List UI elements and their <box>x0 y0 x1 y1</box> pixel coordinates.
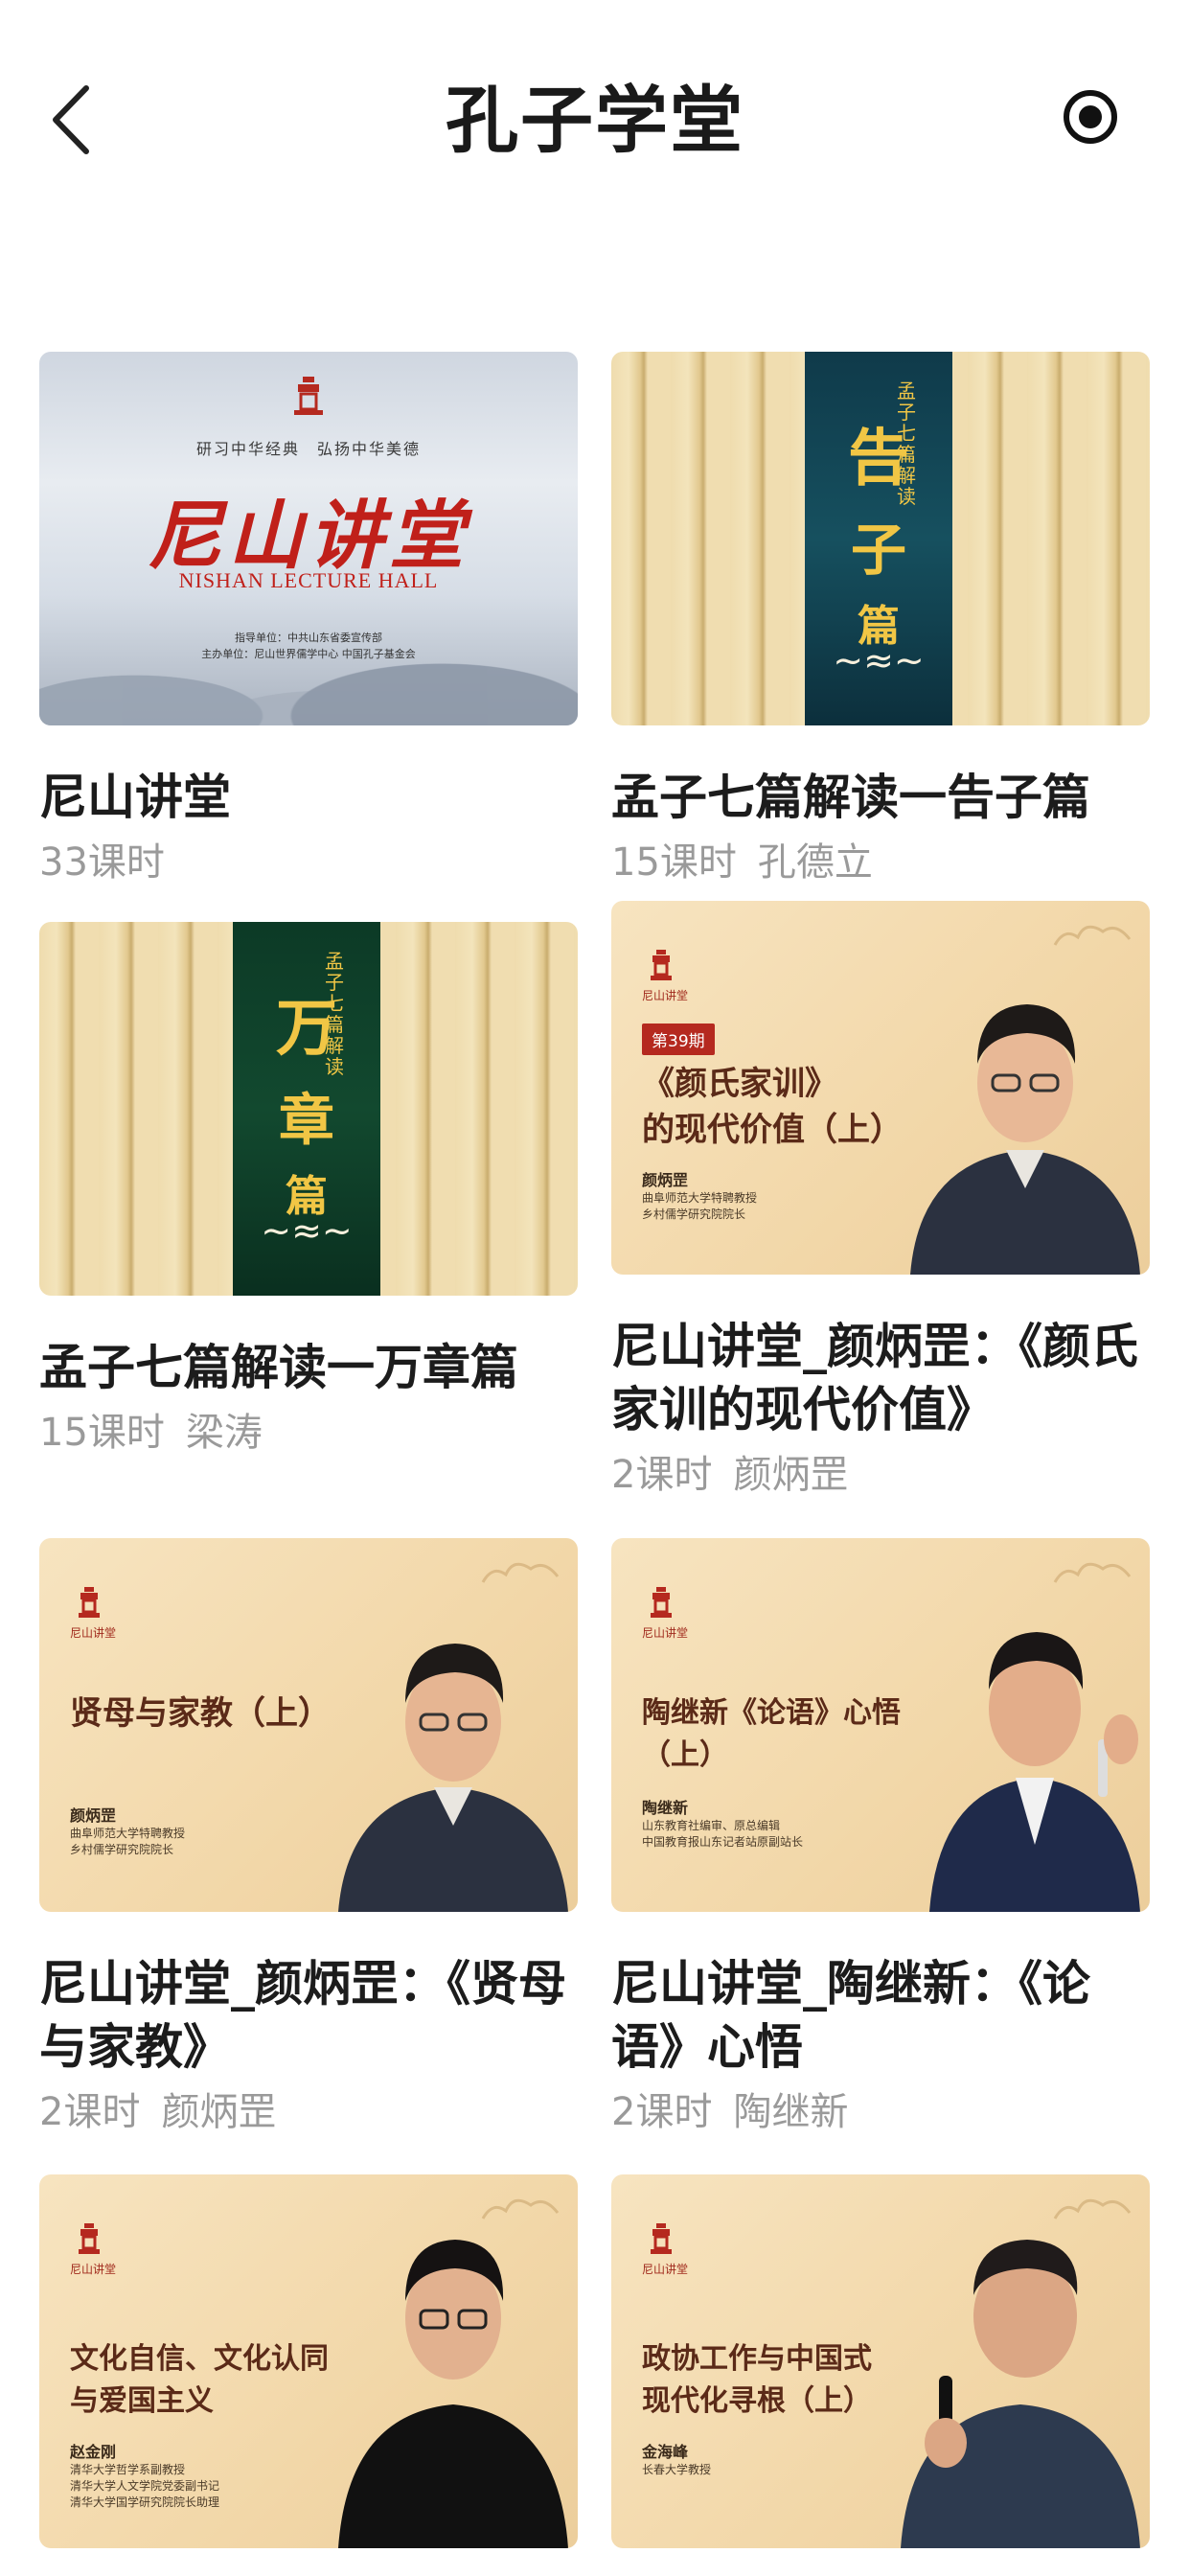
thumbnail-title-line: 陶继新《论语》心悟 <box>642 1696 901 1730</box>
lesson-count: 15课时 <box>39 1411 165 1455</box>
lecturer-photo <box>910 1004 1140 1275</box>
course-card-nishan[interactable]: 研习中华经典 弘扬中华美德 尼山讲堂 NISHAN LECTURE HALL 指… <box>39 352 578 888</box>
course-meta: 33课时 <box>39 837 578 888</box>
thumbnail-char: 章 <box>278 1088 334 1153</box>
thumbnail-title-line: 与爱国主义 <box>70 2384 214 2418</box>
scroll-band: 孟子七篇解读 告 子 篇 ~≈~ <box>805 352 952 725</box>
course-card-zhengxie-gongzuo[interactable]: 尼山讲堂 政协工作与中国式 现代化寻根（上） 金海峰 长春大学教授 <box>611 2174 1150 2548</box>
nishan-logo: 尼山讲堂 <box>70 2222 116 2277</box>
lecturer-name: 金海峰 <box>642 2443 689 2461</box>
lecturer-photo <box>338 1644 568 1912</box>
course-thumbnail[interactable]: 尼山讲堂 贤母与家教（上） 颜炳罡 曲阜师范大学特聘教授 乡村儒学研究院院长 <box>39 1538 578 1912</box>
course-thumbnail[interactable]: 尼山讲堂 政协工作与中国式 现代化寻根（上） 金海峰 长春大学教授 <box>611 2174 1150 2548</box>
cloud-decoration-icon <box>1053 925 1132 946</box>
thumbnail-title-line: 文化自信、文化认同 <box>70 2342 329 2376</box>
course-meta: 2课时 颜炳罡 <box>611 1449 1150 1501</box>
radio-record-icon <box>1064 90 1117 144</box>
course-thumbnail[interactable]: 尼山讲堂 文化自信、文化认同 与爱国主义 赵金刚 清华大学哲学系副教授 清华大学… <box>39 2174 578 2548</box>
cloud-icon: ~≈~ <box>261 1209 353 1252</box>
thumbnail-char: 告 <box>848 423 909 494</box>
course-card-gaozi[interactable]: 孟子七篇解读 告 子 篇 ~≈~ 孟子七篇解读一告子篇 15课时 孔德立 <box>611 352 1150 888</box>
thumbnail-slogan: 研习中华经典 弘扬中华美德 <box>195 440 421 458</box>
thumbnail-title-line: 《颜氏家训》 <box>642 1065 837 1103</box>
lecturer-name: 陶继新 <box>642 1799 689 1817</box>
lecturer-photo <box>929 1632 1140 1912</box>
top-navigation-bar: 孔子学堂 <box>0 0 1190 230</box>
thumbnail-char: 子 <box>850 518 906 583</box>
course-thumbnail[interactable]: 孟子七篇解读 告 子 篇 ~≈~ <box>611 352 1150 725</box>
thumbnail-char: 万 <box>276 993 337 1065</box>
lecturer-photo <box>901 2240 1140 2548</box>
teacher-name: 颜炳罡 <box>733 1453 849 1497</box>
course-thumbnail[interactable]: 尼山讲堂 陶继新《论语》心悟 （上） 陶继新 山东教育社编审、原总编辑 中国教育… <box>611 1538 1150 1912</box>
lecturer-desc: 山东教育社编审、原总编辑 中国教育报山东记者站原副站长 <box>642 1819 804 1849</box>
thumbnail-title-line: 贤母与家教（上） <box>70 1694 331 1733</box>
nishan-logo: 尼山讲堂 <box>642 2222 688 2277</box>
course-meta: 15课时 孔德立 <box>611 837 1150 888</box>
teacher-name: 孔德立 <box>757 840 873 885</box>
page-title: 孔子学堂 <box>446 78 744 163</box>
lecturer-name: 赵金刚 <box>70 2443 117 2461</box>
teacher-name: 梁涛 <box>185 1411 263 1455</box>
lesson-count: 33课时 <box>39 840 165 885</box>
course-title: 尼山讲堂_陶继新：《论语》心悟 <box>611 1956 1090 2075</box>
course-card-yanshi-jiaxun[interactable]: 尼山讲堂 第39期 《颜氏家训》 的现代价值（上） 颜炳罡 曲阜师范大学特聘教授… <box>611 901 1150 1501</box>
thumbnail-title-line: 的现代价值（上） <box>642 1111 903 1149</box>
episode-badge: 第39期 <box>642 1024 715 1055</box>
tower-icon <box>79 1587 100 1618</box>
tower-icon <box>651 2223 672 2254</box>
record-button[interactable] <box>1062 88 1119 146</box>
cloud-decoration-icon <box>1053 1562 1132 1583</box>
lesson-count: 15课时 <box>611 840 737 885</box>
course-title: 尼山讲堂_颜炳罡：《贤母与家教》 <box>39 1956 566 2075</box>
lecturer-name: 颜炳罡 <box>642 1171 689 1189</box>
lesson-count: 2课时 <box>39 2090 141 2134</box>
nishan-logo: 尼山讲堂 <box>642 949 688 1003</box>
scroll-band: 孟子七篇解读 万 章 篇 ~≈~ <box>233 922 380 1296</box>
course-title: 尼山讲堂 <box>39 770 231 825</box>
lesson-count: 2课时 <box>611 2090 713 2134</box>
lecturer-desc: 长春大学教授 <box>642 2463 712 2476</box>
lecturer-desc: 曲阜师范大学特聘教授 乡村儒学研究院院长 <box>70 1827 186 1856</box>
thumbnail-english-title: NISHAN LECTURE HALL <box>178 568 439 592</box>
course-meta: 15课时 梁涛 <box>39 1407 578 1459</box>
course-thumbnail[interactable]: 孟子七篇解读 万 章 篇 ~≈~ <box>39 922 578 1296</box>
thumbnail-organizers: 指导单位：中共山东省委宣传部 主办单位：尼山世界儒学中心 中国孔子基金会 <box>201 632 416 660</box>
teacher-name: 颜炳罡 <box>161 2090 277 2134</box>
course-title: 尼山讲堂_颜炳罡：《颜氏家训的现代价值》 <box>611 1319 1138 1438</box>
lecturer-name: 颜炳罡 <box>70 1806 117 1825</box>
course-card-xianmu-jiajiao[interactable]: 尼山讲堂 贤母与家教（上） 颜炳罡 曲阜师范大学特聘教授 乡村儒学研究院院长 尼… <box>39 1538 578 2138</box>
tower-icon <box>651 1587 672 1618</box>
course-thumbnail[interactable]: 尼山讲堂 第39期 《颜氏家训》 的现代价值（上） 颜炳罡 曲阜师范大学特聘教授… <box>611 901 1150 1275</box>
course-title: 孟子七篇解读一万章篇 <box>39 1340 518 1395</box>
tower-icon <box>79 2223 100 2254</box>
course-thumbnail[interactable]: 研习中华经典 弘扬中华美德 尼山讲堂 NISHAN LECTURE HALL 指… <box>39 352 578 725</box>
thumbnail-title-line: 政协工作与中国式 <box>642 2342 872 2376</box>
cloud-icon: ~≈~ <box>833 639 925 681</box>
thumbnail-title-line: 现代化寻根（上） <box>642 2384 872 2418</box>
course-title: 孟子七篇解读一告子篇 <box>611 770 1090 825</box>
tower-icon <box>651 950 672 980</box>
lecturer-desc: 清华大学哲学系副教授 清华大学人文学院党委副书记 清华大学国学研究院院长助理 <box>70 2463 220 2509</box>
cloud-decoration-icon <box>481 1562 560 1583</box>
lecturer-desc: 曲阜师范大学特聘教授 乡村儒学研究院院长 <box>642 1191 758 1221</box>
nishan-logo: 尼山讲堂 <box>642 1586 688 1641</box>
nishan-logo: 尼山讲堂 <box>70 1586 116 1641</box>
nishan-logo-icon <box>294 377 323 415</box>
teacher-name: 陶继新 <box>733 2090 849 2134</box>
thumbnail-title-line: （上） <box>642 1738 728 1772</box>
course-meta: 2课时 颜炳罡 <box>39 2086 578 2138</box>
course-card-wenhua-zixin[interactable]: 尼山讲堂 文化自信、文化认同 与爱国主义 赵金刚 清华大学哲学系副教授 清华大学… <box>39 2174 578 2548</box>
lesson-count: 2课时 <box>611 1453 713 1497</box>
course-card-wanzhang[interactable]: 孟子七篇解读 万 章 篇 ~≈~ 孟子七篇解读一万章篇 15课时 梁涛 <box>39 922 578 1459</box>
course-card-lunyu-xinwu[interactable]: 尼山讲堂 陶继新《论语》心悟 （上） 陶继新 山东教育社编审、原总编辑 中国教育… <box>611 1538 1150 2138</box>
lecturer-photo <box>338 2240 568 2548</box>
course-meta: 2课时 陶继新 <box>611 2086 1150 2138</box>
